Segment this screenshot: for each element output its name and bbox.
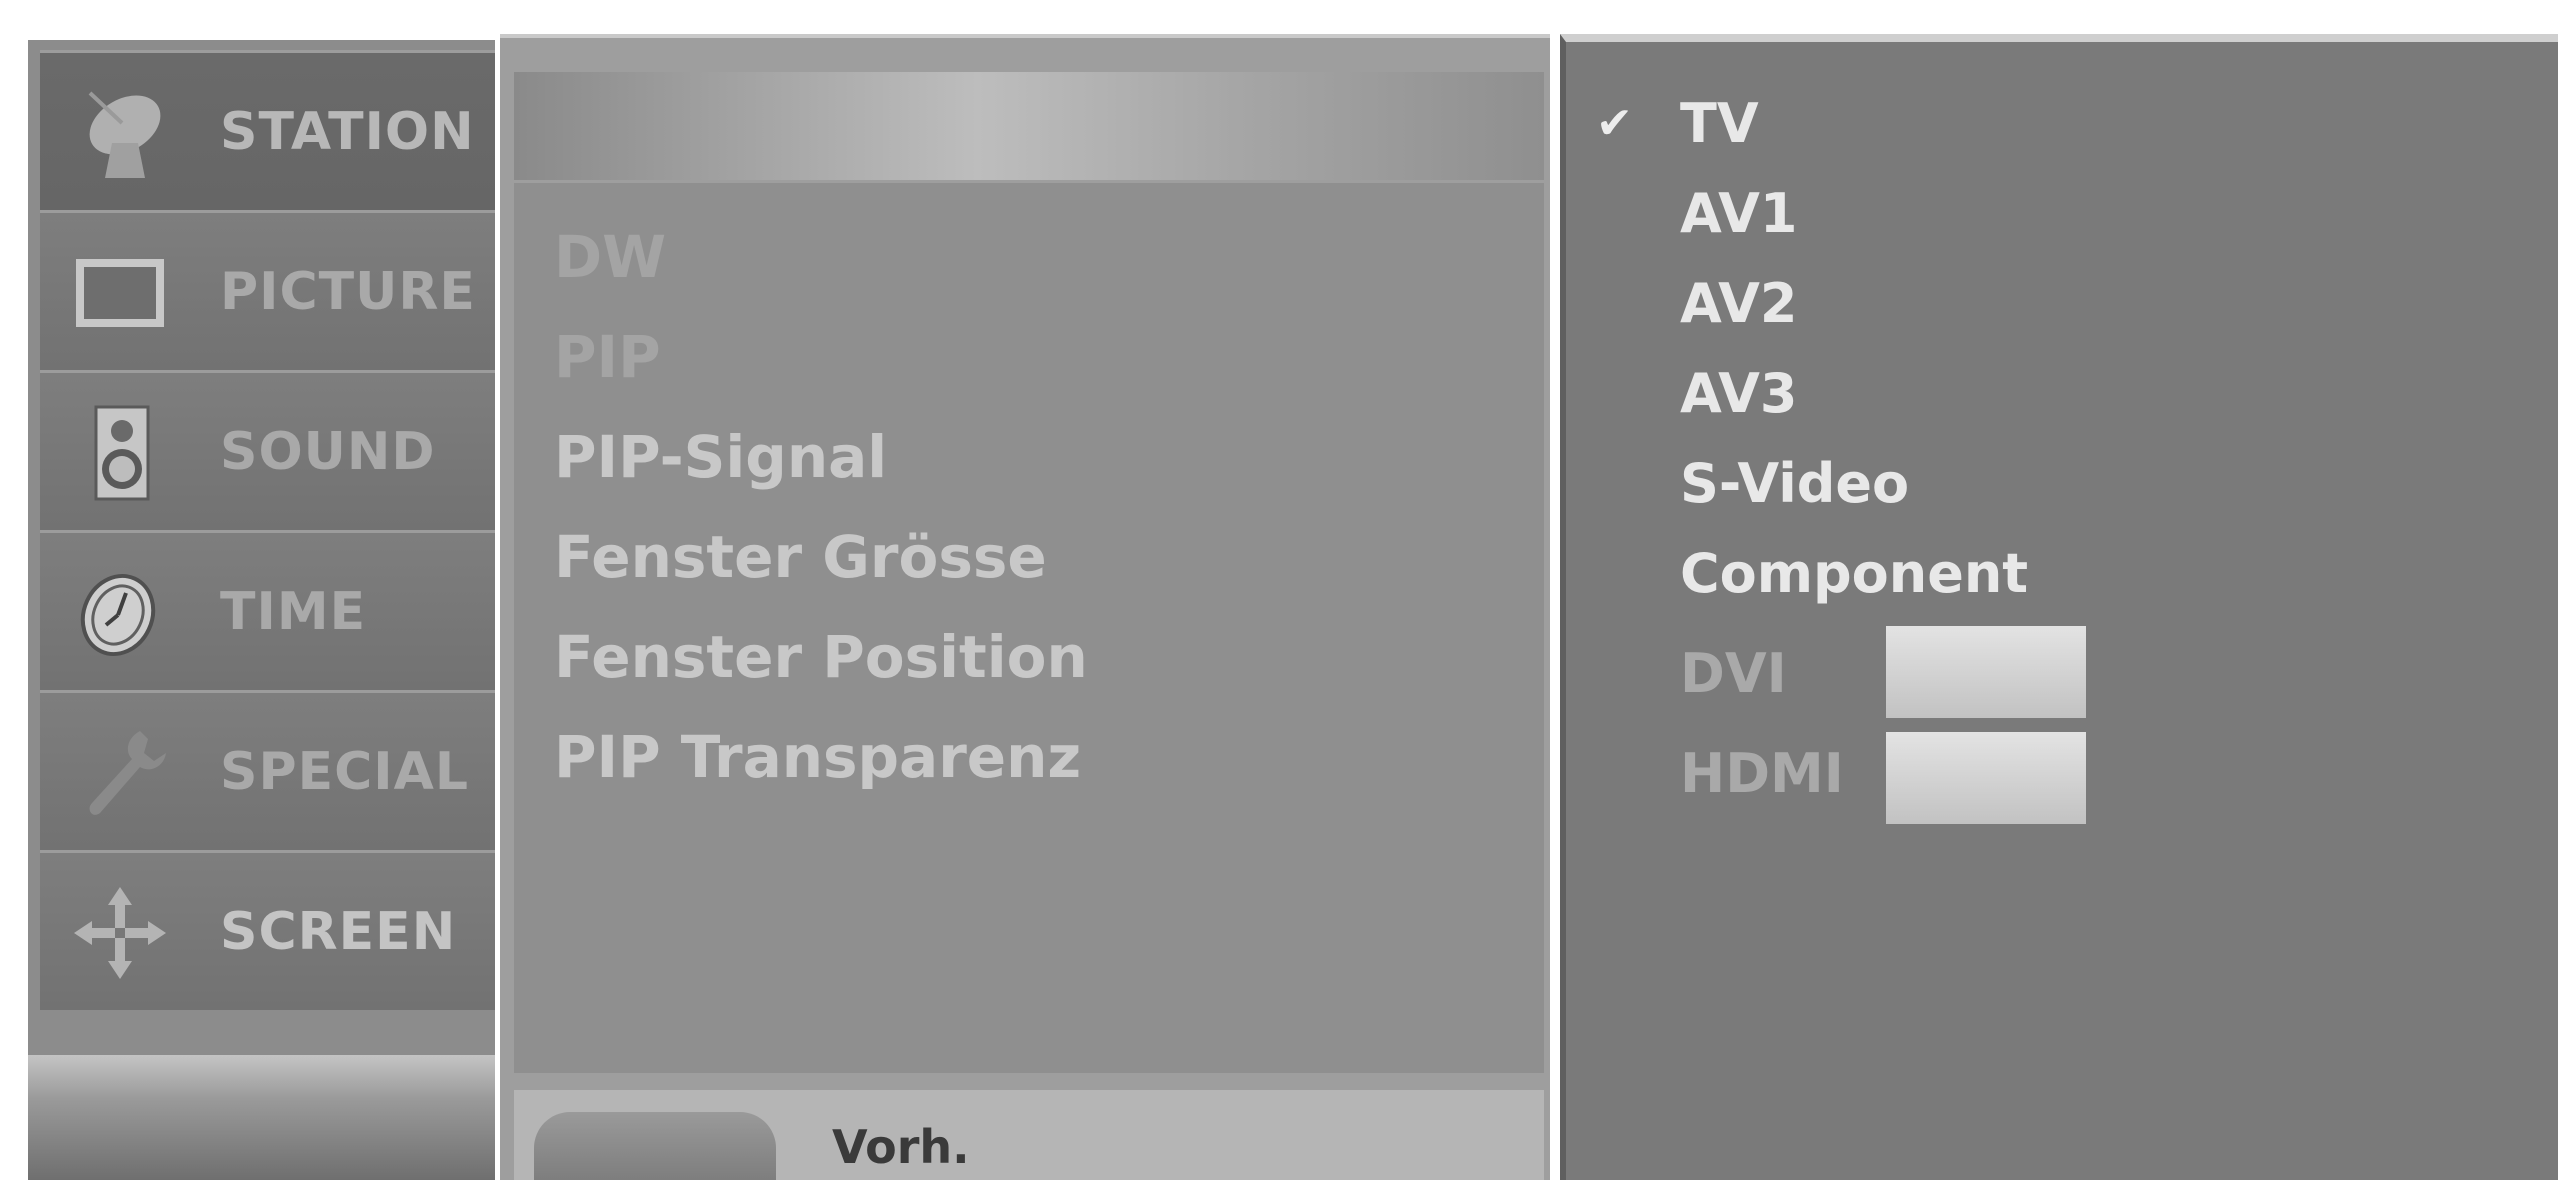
menu-item-window-position[interactable]: Fenster Position: [554, 623, 1088, 691]
signal-source-panel: ✔ TV AV1 AV2 AV3 S-Video Component DVI H…: [1560, 34, 2558, 1180]
dvi-disabled-swatch: [1886, 626, 2086, 718]
sidebar-item-label: SOUND: [220, 421, 436, 482]
back-label: Vorh.: [832, 1120, 970, 1174]
source-option-av3[interactable]: AV3: [1680, 362, 1798, 425]
checkmark-icon: ✔: [1596, 98, 1633, 149]
source-option-component[interactable]: Component: [1680, 542, 2028, 605]
source-option-hdmi[interactable]: HDMI: [1680, 742, 1844, 805]
source-option-dvi[interactable]: DVI: [1680, 642, 1787, 705]
menu-footer: Vorh.: [514, 1090, 1544, 1180]
source-option-tv[interactable]: TV: [1680, 92, 1759, 155]
pip-menu-panel: DW PIP PIP-Signal Fenster Grösse Fenster…: [500, 34, 1550, 1180]
sidebar-item-screen[interactable]: SCREEN: [40, 850, 495, 1010]
source-option-av2[interactable]: AV2: [1680, 272, 1798, 335]
source-option-av1[interactable]: AV1: [1680, 182, 1798, 245]
panel-header-highlight: [514, 72, 1544, 180]
pip-menu-list: DW PIP PIP-Signal Fenster Grösse Fenster…: [514, 183, 1544, 1073]
menu-item-pip[interactable]: PIP: [554, 323, 661, 391]
sidebar-item-label: PICTURE: [220, 261, 476, 322]
monitor-icon: [70, 243, 170, 343]
main-menu-sidebar: STATION PICTURE SOUND TIME SPECIAL SCREE…: [28, 40, 495, 1180]
back-button[interactable]: [534, 1112, 776, 1180]
sidebar-item-station[interactable]: STATION: [40, 50, 495, 210]
wrench-icon: [70, 723, 170, 823]
sidebar-footer: [28, 1055, 495, 1180]
sidebar-item-label: SCREEN: [220, 901, 457, 962]
sidebar-item-label: SPECIAL: [220, 741, 469, 802]
menu-item-window-size[interactable]: Fenster Grösse: [554, 523, 1047, 591]
sidebar-item-label: TIME: [220, 581, 367, 642]
sidebar-item-label: STATION: [220, 101, 475, 162]
sidebar-item-time[interactable]: TIME: [40, 530, 495, 690]
sidebar-item-special[interactable]: SPECIAL: [40, 690, 495, 850]
sidebar-item-sound[interactable]: SOUND: [40, 370, 495, 530]
menu-item-pip-signal[interactable]: PIP-Signal: [554, 423, 887, 491]
menu-item-pip-transparency[interactable]: PIP Transparenz: [554, 723, 1081, 791]
clock-icon: [70, 563, 170, 663]
move-arrows-icon: [70, 883, 170, 983]
menu-item-dw[interactable]: DW: [554, 223, 666, 291]
source-option-s-video[interactable]: S-Video: [1680, 452, 1909, 515]
hdmi-disabled-swatch: [1886, 732, 2086, 824]
sidebar-item-picture[interactable]: PICTURE: [40, 210, 495, 370]
speaker-icon: [70, 403, 170, 503]
satellite-dish-icon: [70, 83, 170, 183]
